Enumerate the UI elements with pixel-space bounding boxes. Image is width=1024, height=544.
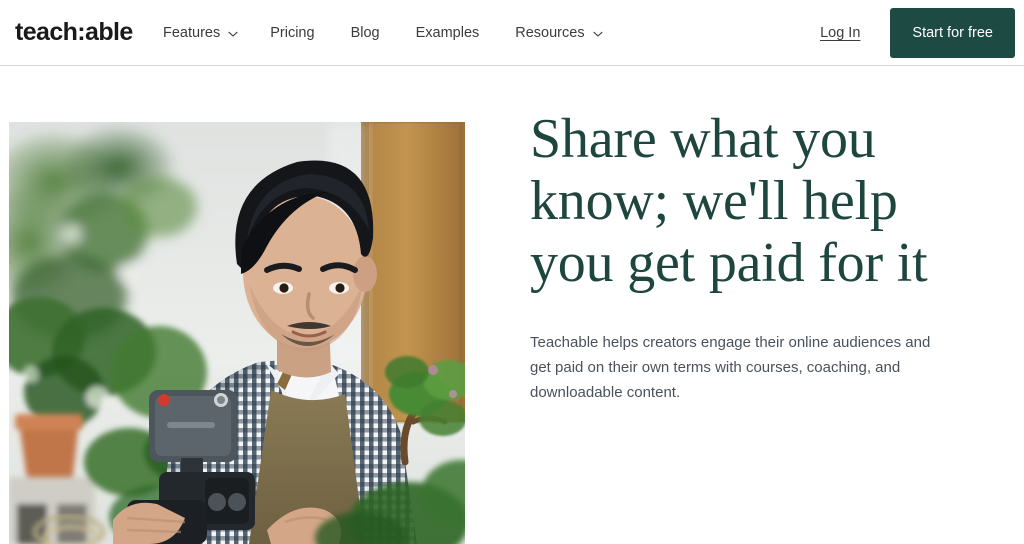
teachable-logo[interactable]: teach:able <box>15 20 133 45</box>
nav-item-features[interactable]: Features <box>163 25 238 41</box>
nav-item-label: Features <box>163 25 221 41</box>
page-title: Share what you know; we'll help you get … <box>530 108 928 294</box>
log-in-link[interactable]: Log In <box>820 25 860 41</box>
nav-item-label: Blog <box>350 25 380 41</box>
hero-section: Share what you know; we'll help you get … <box>0 66 1024 544</box>
nav-item-label: Resources <box>515 25 585 41</box>
chevron-down-icon <box>593 29 603 39</box>
nav-item-examples[interactable]: Examples <box>416 25 480 41</box>
hero-text-block: Share what you know; we'll help you get … <box>530 108 990 405</box>
top-navigation-bar: teach:able Features Pricing Blog Example… <box>0 0 1024 66</box>
primary-nav-links: Features Pricing Blog Examples Resources <box>163 0 603 66</box>
nav-item-pricing[interactable]: Pricing <box>270 25 314 41</box>
nav-item-blog[interactable]: Blog <box>351 25 380 41</box>
start-for-free-button[interactable]: Start for free <box>890 8 1015 58</box>
nav-actions: Log In Start for free <box>820 0 1024 66</box>
nav-item-label: Pricing <box>270 25 315 41</box>
hero-photo <box>9 122 465 544</box>
chevron-down-icon <box>228 29 238 39</box>
nav-item-label: Examples <box>415 25 480 41</box>
hero-subcopy: Teachable helps creators engage their on… <box>530 334 931 401</box>
nav-item-resources[interactable]: Resources <box>515 25 603 41</box>
